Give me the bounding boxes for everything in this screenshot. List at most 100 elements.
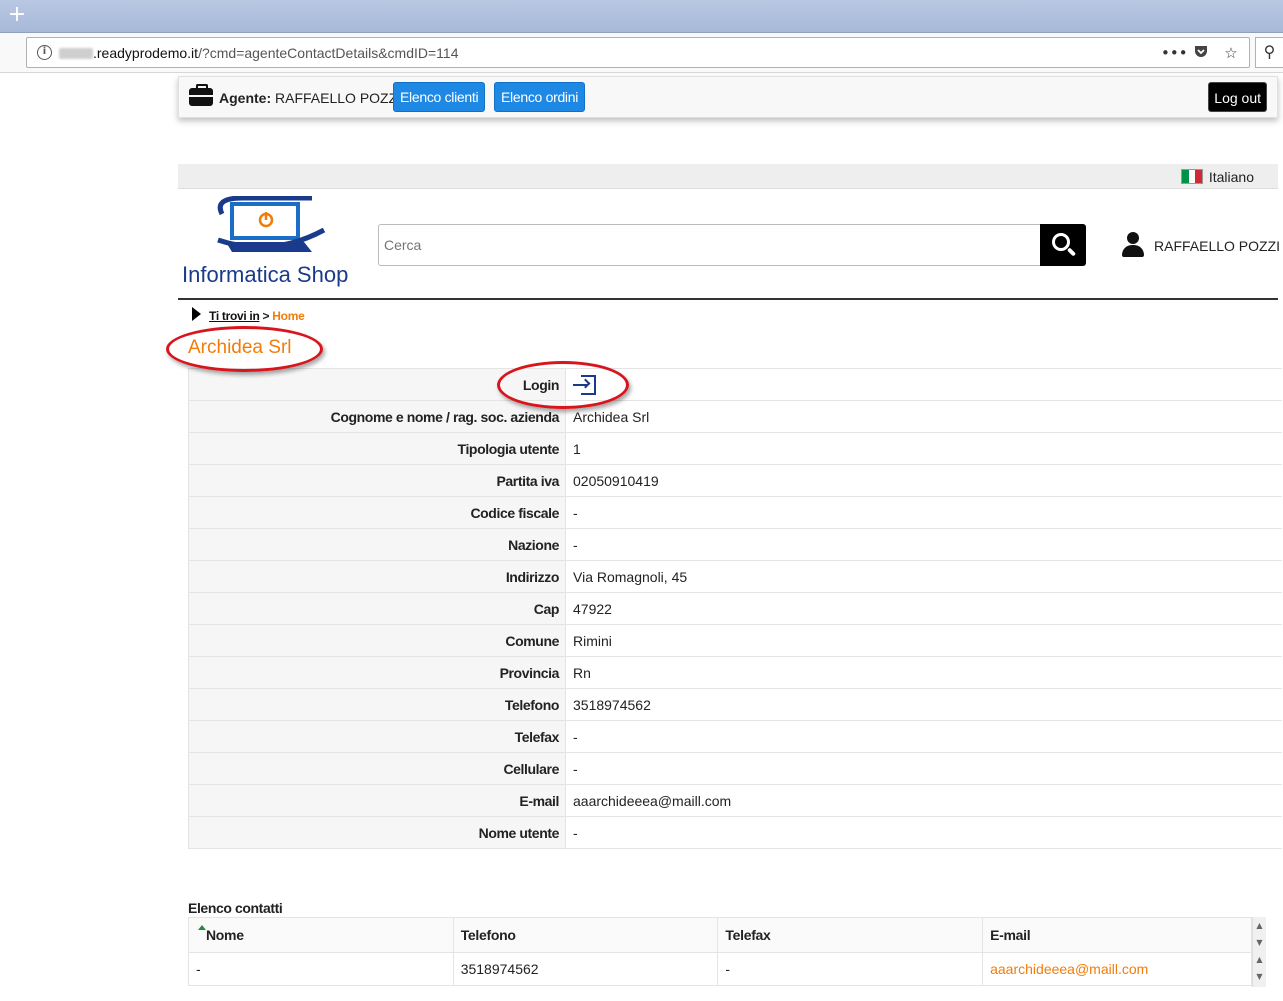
detail-label: Indirizzo: [188, 560, 566, 593]
detail-label: Provincia: [188, 656, 566, 689]
detail-value: 1: [565, 432, 1282, 465]
computer-power-logo-icon: [217, 196, 326, 252]
flag-stripe-red: [1195, 170, 1203, 183]
detail-row: Telefax -: [188, 720, 1282, 753]
column-header-telefono[interactable]: Telefono: [452, 917, 719, 953]
contact-email: aaarchideeea@maill.com: [982, 952, 1252, 986]
agent-name: RAFFAELLO POZZI: [275, 90, 402, 106]
logo-text: Informatica Shop: [182, 262, 349, 287]
browser-tab-strip: +: [0, 0, 1283, 33]
table-row: - 3518974562 - aaarchideeea@maill.com: [188, 952, 1252, 986]
agent-label: Agente:: [219, 90, 272, 106]
breadcrumb-home-link[interactable]: Home: [272, 309, 304, 323]
user-icon-head: [1127, 232, 1139, 244]
detail-value: Archidea Srl: [565, 400, 1282, 433]
detail-value: Via Romagnoli, 45: [565, 560, 1282, 593]
breadcrumb-arrow-icon: [192, 307, 201, 321]
elenco-clienti-button[interactable]: Elenco clienti: [393, 82, 486, 112]
detail-label: Tipologia utente: [188, 432, 566, 465]
detail-label: Telefax: [188, 720, 566, 753]
elenco-ordini-button[interactable]: Elenco ordini: [494, 82, 586, 112]
breadcrumb-label: Ti trovi in: [209, 309, 260, 323]
contact-nome: -: [188, 952, 454, 986]
breadcrumb: Ti trovi in > Home: [209, 309, 305, 323]
new-tab-plus-icon[interactable]: +: [6, 4, 28, 26]
url-path: /?cmd=agenteContactDetails&cmdID=114: [198, 45, 459, 61]
detail-row: Comune Rimini: [188, 624, 1282, 657]
agent-info: Agente: RAFFAELLO POZZI: [219, 90, 401, 106]
contact-email-link[interactable]: aaarchideeea@maill.com: [990, 961, 1148, 977]
detail-value: -: [565, 752, 1282, 785]
detail-row: Tipologia utente 1: [188, 432, 1282, 465]
column-header-nome[interactable]: Nome: [188, 917, 454, 953]
language-bar: Italiano: [178, 164, 1278, 189]
detail-row: Indirizzo Via Romagnoli, 45: [188, 560, 1282, 593]
detail-value: -: [565, 528, 1282, 561]
detail-label: Nome utente: [188, 816, 566, 849]
contact-details-table: Login Cognome e nome / rag. soc. azienda A…: [188, 368, 1282, 849]
flag-stripe-green: [1182, 170, 1189, 183]
logout-button[interactable]: Log out: [1208, 82, 1267, 112]
more-dots-icon[interactable]: •••: [1161, 43, 1188, 63]
contacts-section-title: Elenco contatti: [188, 900, 283, 916]
column-header-telefax[interactable]: Telefax: [717, 917, 984, 953]
scroll-down-arrow-icon[interactable]: ▼: [1253, 968, 1266, 985]
search-input[interactable]: [378, 224, 1041, 266]
detail-row: Provincia Rn: [188, 656, 1282, 689]
search-icon[interactable]: ⚲: [1255, 37, 1283, 68]
search-icon-handle: [1066, 247, 1077, 257]
sort-ascending-icon: [198, 925, 206, 930]
scroll-down-arrow-icon[interactable]: ▼: [1253, 934, 1266, 951]
info-icon[interactable]: i: [37, 45, 52, 60]
pocket-icon[interactable]: [1191, 43, 1211, 63]
contact-telefax: -: [717, 952, 984, 986]
detail-value: 02050910419: [565, 464, 1282, 497]
contacts-table: Nome Telefono Telefax E-mail - 351897456…: [188, 917, 1252, 986]
detail-label: Comune: [188, 624, 566, 657]
login-cell: [565, 368, 1282, 401]
detail-row: Cellulare -: [188, 752, 1282, 785]
url-text[interactable]: .readyprodemo.it/?cmd=agenteContactDetai…: [93, 45, 459, 61]
italian-flag-icon[interactable]: [1181, 169, 1203, 184]
address-bar[interactable]: i .readyprodemo.it/?cmd=agenteContactDet…: [26, 37, 1250, 68]
detail-label: Cap: [188, 592, 566, 625]
detail-value: 47922: [565, 592, 1282, 625]
contacts-header-row: Nome Telefono Telefax E-mail: [188, 917, 1252, 953]
url-redacted-subdomain: [59, 48, 93, 59]
detail-row: Login: [188, 368, 1282, 401]
scroll-up-arrow-icon[interactable]: ▲: [1253, 917, 1266, 934]
user-icon[interactable]: [1121, 232, 1145, 258]
column-header-email[interactable]: E-mail: [982, 917, 1252, 953]
detail-row: Nome utente -: [188, 816, 1282, 849]
user-icon-body: [1122, 245, 1144, 257]
detail-row: Telefono 3518974562: [188, 688, 1282, 721]
detail-row: Nazione -: [188, 528, 1282, 561]
annotation-ellipse-title: [166, 326, 323, 372]
detail-row: Codice fiscale -: [188, 496, 1282, 529]
search-button[interactable]: [1040, 224, 1086, 266]
detail-value: Rimini: [565, 624, 1282, 657]
site-logo[interactable]: Informatica Shop: [182, 196, 362, 291]
flag-stripe-white: [1188, 170, 1196, 183]
detail-value: -: [565, 816, 1282, 849]
user-account-name[interactable]: RAFFAELLO POZZI: [1154, 238, 1280, 254]
language-selector[interactable]: Italiano: [1209, 169, 1254, 185]
briefcase-icon: [189, 84, 213, 106]
annotation-ellipse-login: [497, 361, 629, 409]
header-divider: [178, 298, 1278, 300]
detail-row: Cap 47922: [188, 592, 1282, 625]
contact-details-body: Login Cognome e nome / rag. soc. azienda A…: [188, 368, 1282, 849]
scroll-up-arrow-icon[interactable]: ▲: [1253, 951, 1266, 968]
contacts-scrollbar[interactable]: ▲ ▼ ▲ ▼: [1252, 917, 1266, 987]
detail-value: -: [565, 496, 1282, 529]
url-domain: .readyprodemo.it: [93, 45, 199, 61]
detail-label: Cellulare: [188, 752, 566, 785]
detail-value: aaarchideeea@maill.com: [565, 784, 1282, 817]
detail-value: 3518974562: [565, 688, 1282, 721]
browser-toolbar: i .readyprodemo.it/?cmd=agenteContactDet…: [0, 33, 1283, 73]
detail-label: E-mail: [188, 784, 566, 817]
detail-label: Cognome e nome / rag. soc. azienda: [188, 400, 566, 433]
breadcrumb-separator: >: [262, 309, 270, 323]
detail-label: Telefono: [188, 688, 566, 721]
bookmark-star-icon[interactable]: ☆: [1221, 43, 1241, 63]
